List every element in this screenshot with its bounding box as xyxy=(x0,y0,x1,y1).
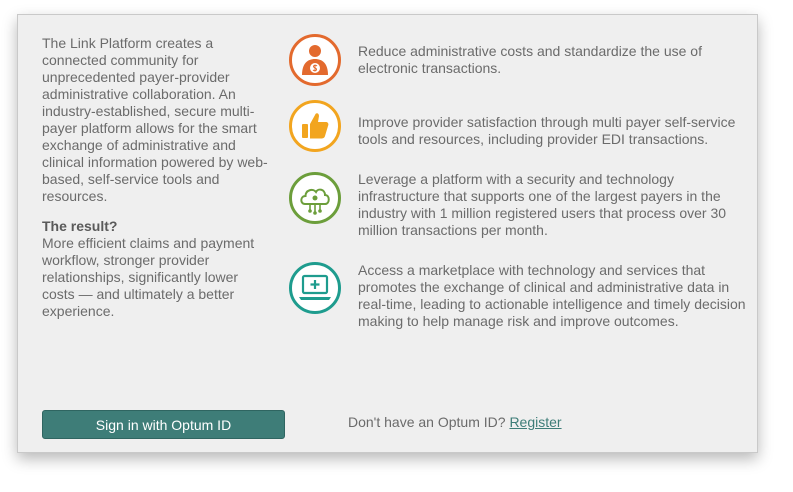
platform-info-card: The Link Platform creates a connected co… xyxy=(17,14,758,453)
benefit-item-cost: Reduce administrative costs and standard… xyxy=(288,33,750,93)
signin-optum-id-button[interactable]: Sign in with Optum ID xyxy=(42,410,285,439)
cloud-network-icon xyxy=(288,171,342,225)
benefit-text: Reduce administrative costs and standard… xyxy=(358,43,702,76)
result-heading: The result? xyxy=(42,218,118,234)
benefit-item-infrastructure: Leverage a platform with a security and … xyxy=(288,171,750,238)
benefit-item-satisfaction: Improve provider satisfaction through mu… xyxy=(288,99,750,159)
intro-column: The Link Platform creates a connected co… xyxy=(42,35,270,320)
intro-paragraph: The Link Platform creates a connected co… xyxy=(42,35,268,204)
thumbs-up-icon xyxy=(288,99,342,153)
benefit-text: Leverage a platform with a security and … xyxy=(358,171,727,238)
no-account-text: Don't have an Optum ID? xyxy=(348,414,506,430)
register-prompt: Don't have an Optum ID? Register xyxy=(348,414,562,431)
benefit-text: Access a marketplace with technology and… xyxy=(358,262,746,329)
person-dollar-icon xyxy=(288,33,342,87)
laptop-medical-icon xyxy=(288,261,342,315)
benefit-text: Improve provider satisfaction through mu… xyxy=(358,114,736,147)
register-link[interactable]: Register xyxy=(509,414,561,430)
benefit-item-marketplace: Access a marketplace with technology and… xyxy=(288,261,750,329)
result-text: More efficient claims and payment workfl… xyxy=(42,235,255,319)
